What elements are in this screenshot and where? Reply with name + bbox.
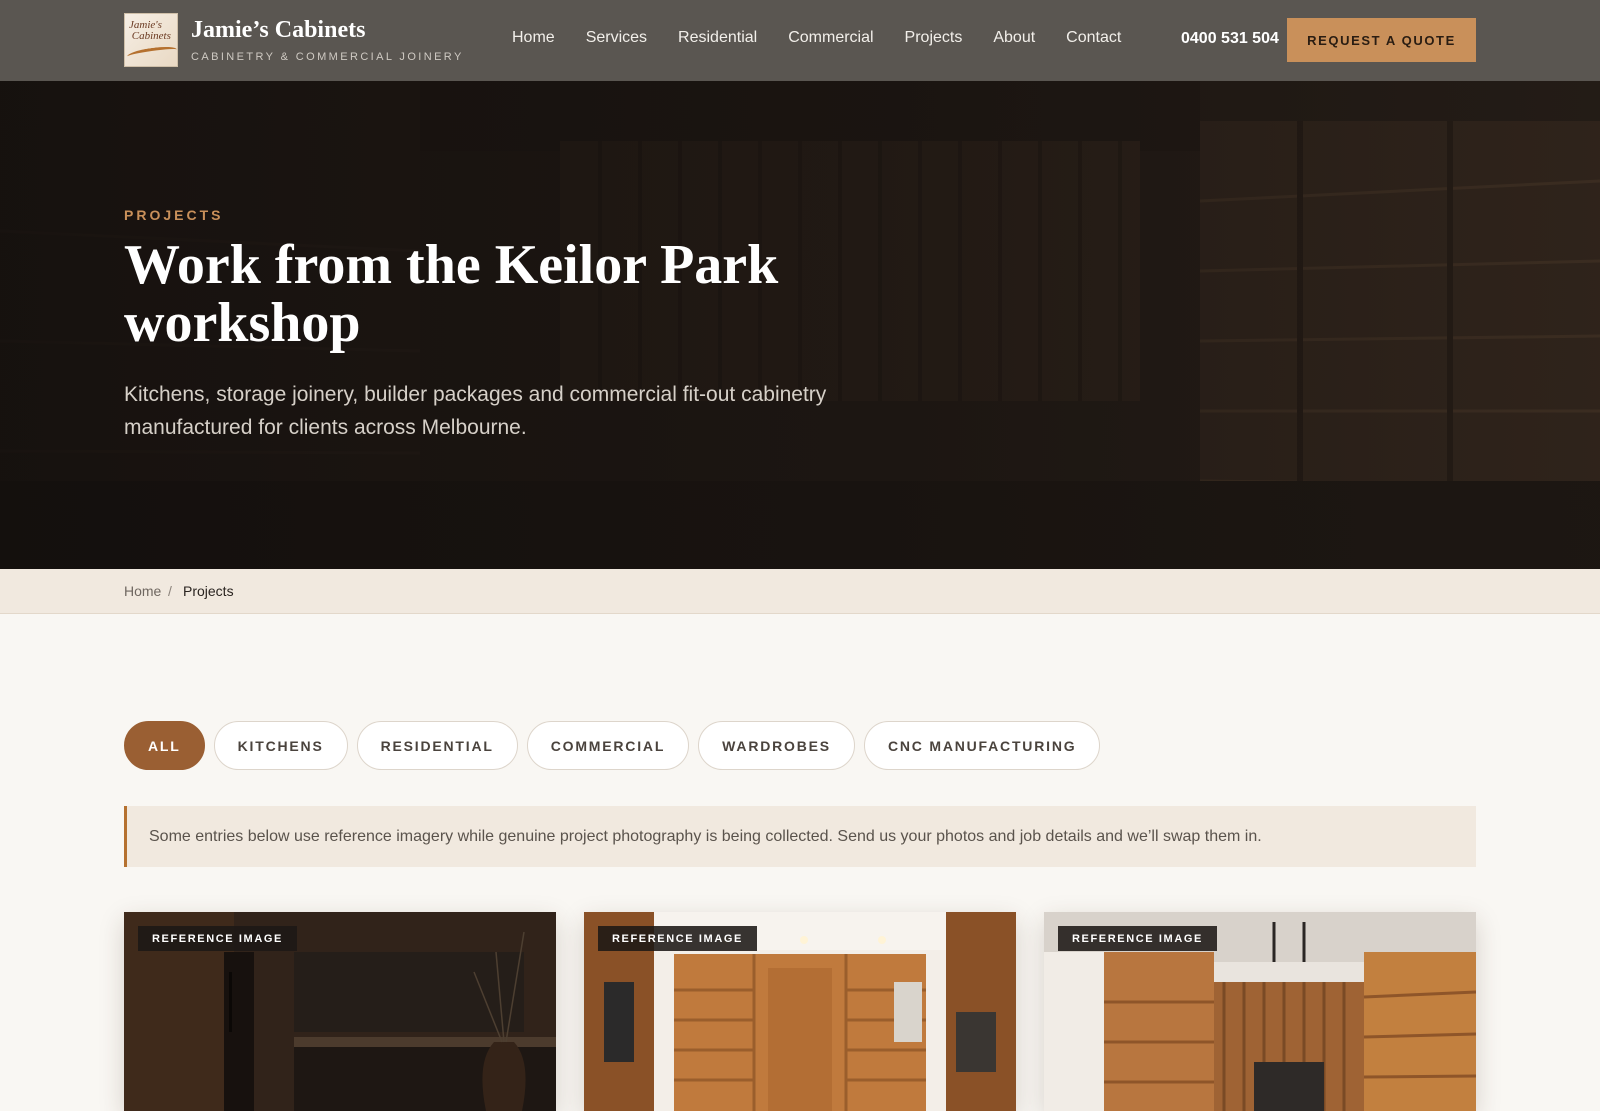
- logo-swoosh: [126, 44, 177, 62]
- reference-image-badge: REFERENCE IMAGE: [1058, 926, 1217, 951]
- nav-link-residential[interactable]: Residential: [678, 29, 757, 47]
- filter-residential[interactable]: RESIDENTIAL: [356, 721, 518, 770]
- phone-link[interactable]: 0400 531 504: [1181, 30, 1279, 48]
- reference-imagery-notice: Some entries below use reference imagery…: [124, 806, 1476, 867]
- page-title: Work from the Keilor Park workshop: [124, 234, 779, 354]
- hero-section: PROJECTS Work from the Keilor Park works…: [0, 81, 1600, 569]
- breadcrumb-separator: /: [168, 583, 172, 599]
- project-card[interactable]: REFERENCE IMAGE: [124, 912, 556, 1111]
- project-card[interactable]: REFERENCE IMAGE: [584, 912, 1016, 1111]
- hero-subtitle: Kitchens, storage joinery, builder packa…: [124, 383, 827, 439]
- nav-link-about[interactable]: About: [993, 29, 1035, 47]
- project-card[interactable]: REFERENCE IMAGE: [1044, 912, 1476, 1111]
- reference-image-badge: REFERENCE IMAGE: [138, 926, 297, 951]
- filter-kitchens[interactable]: KITCHENS: [213, 721, 348, 770]
- nav-link-commercial[interactable]: Commercial: [788, 29, 873, 47]
- nav-link-projects[interactable]: Projects: [905, 29, 963, 47]
- filter-commercial[interactable]: COMMERCIAL: [526, 721, 690, 770]
- brand-tagline: CABINETRY & COMMERCIAL JOINERY: [191, 51, 464, 63]
- brand-name[interactable]: Jamie’s Cabinets: [191, 17, 365, 44]
- reference-image-badge: REFERENCE IMAGE: [598, 926, 757, 951]
- brand-logo[interactable]: Jamie's Cabinets: [124, 13, 178, 67]
- breadcrumb-current: Projects: [183, 583, 234, 599]
- nav-link-home[interactable]: Home: [512, 29, 555, 47]
- nav-link-services[interactable]: Services: [586, 29, 647, 47]
- filter-cnc-manufacturing[interactable]: CNC MANUFACTURING: [863, 721, 1101, 770]
- project-filters: ALL KITCHENS RESIDENTIAL COMMERCIAL WARD…: [124, 721, 1101, 770]
- nav-link-contact[interactable]: Contact: [1066, 29, 1121, 47]
- filter-all[interactable]: ALL: [124, 721, 205, 770]
- request-quote-button[interactable]: REQUEST A QUOTE: [1287, 18, 1476, 62]
- logo-script: Jamie's Cabinets: [129, 19, 171, 42]
- hero-eyebrow: PROJECTS: [124, 207, 224, 223]
- breadcrumb: Home / Projects: [0, 569, 1600, 614]
- breadcrumb-home-link[interactable]: Home: [124, 583, 161, 599]
- filter-wardrobes[interactable]: WARDROBES: [698, 721, 855, 770]
- main-nav: Home Services Residential Commercial Pro…: [512, 29, 1121, 47]
- site-header: Jamie's Cabinets Jamie’s Cabinets CABINE…: [0, 0, 1600, 81]
